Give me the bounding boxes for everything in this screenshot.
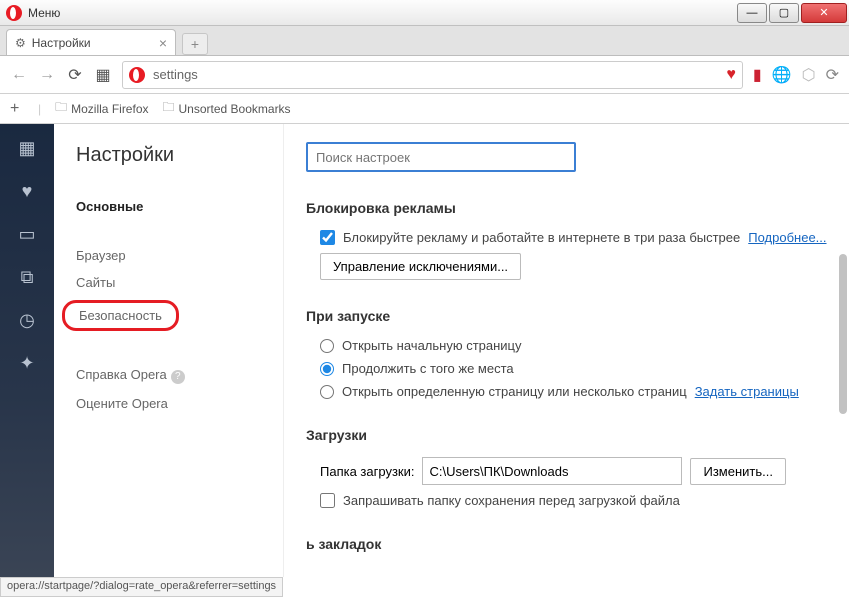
news-rail-icon[interactable]: ▭ (16, 224, 38, 245)
startup-opt2-label: Продолжить с того же места (342, 361, 514, 376)
bookmarks-heading: ь закладок (306, 536, 827, 552)
startup-radio-pages[interactable] (320, 385, 334, 399)
tab-settings[interactable]: ⚙ Настройки × (6, 29, 176, 55)
change-folder-button[interactable]: Изменить... (690, 458, 785, 485)
section-downloads: Загрузки Папка загрузки: Изменить... Зап… (306, 427, 827, 508)
forward-icon[interactable]: → (38, 66, 56, 84)
adblock-checkbox[interactable] (320, 230, 335, 245)
ask-folder-checkbox[interactable] (320, 493, 335, 508)
address-input[interactable] (153, 67, 726, 82)
page-title: Настройки (76, 144, 271, 167)
folder-label: Папка загрузки: (320, 464, 414, 479)
sidebar-item-rate[interactable]: Оцените Opera (76, 390, 271, 417)
folder-icon: 🗀 (55, 98, 67, 119)
sidebar-item-help[interactable]: Справка Opera? (76, 361, 271, 390)
extensions-rail-icon[interactable]: ✦ (16, 353, 38, 374)
tab-strip: ⚙ Настройки × + (0, 26, 849, 56)
shield-icon[interactable]: ⬡ (802, 65, 816, 85)
bookmark-folder-unsorted[interactable]: 🗀 Unsorted Bookmarks (163, 98, 291, 119)
section-bookmarks: ь закладок (306, 536, 827, 552)
sidebar-item-security[interactable]: Безопасность (62, 300, 179, 331)
set-pages-link[interactable]: Задать страницы (695, 384, 799, 399)
settings-content: Блокировка рекламы Блокируйте рекламу и … (284, 124, 849, 577)
download-icon[interactable]: ⟳ (826, 65, 839, 85)
tab-title: Настройки (32, 36, 91, 50)
window-titlebar: Меню — ▢ ✕ (0, 0, 849, 26)
address-bar[interactable]: ♥ (122, 61, 743, 89)
bookmark-folder-firefox[interactable]: 🗀 Mozilla Firefox (55, 98, 148, 119)
startup-opt3-label: Открыть определенную страницу или нескол… (342, 384, 687, 399)
adblock-heading: Блокировка рекламы (306, 200, 827, 216)
vpn-globe-icon[interactable]: 🌐 (772, 65, 792, 85)
speeddial-icon[interactable]: ▦ (94, 65, 112, 85)
downloads-heading: Загрузки (306, 427, 827, 443)
maximize-button[interactable]: ▢ (769, 3, 799, 23)
opera-icon (129, 67, 145, 83)
close-tab-icon[interactable]: × (159, 35, 167, 51)
bookmarks-bar: + | 🗀 Mozilla Firefox 🗀 Unsorted Bookmar… (0, 94, 849, 124)
help-icon: ? (171, 370, 185, 384)
reload-icon[interactable]: ⟳ (66, 65, 84, 85)
new-tab-button[interactable]: + (182, 33, 208, 55)
folder-icon: 🗀 (163, 98, 175, 119)
add-bookmark-icon[interactable]: + (10, 100, 24, 118)
settings-sidebar: Настройки Основные Браузер Сайты Безопас… (54, 124, 284, 577)
opera-logo-icon (6, 5, 22, 21)
sidebar-item-browser[interactable]: Браузер (76, 242, 271, 269)
status-bar: opera://startpage/?dialog=rate_opera&ref… (0, 577, 283, 597)
scrollbar-thumb[interactable] (839, 254, 847, 414)
history-rail-icon[interactable]: ◷ (16, 310, 38, 331)
heart-icon[interactable]: ♥ (726, 66, 736, 84)
minimize-button[interactable]: — (737, 3, 767, 23)
bookmarks-rail-icon[interactable]: ♥ (16, 181, 38, 202)
adblock-label: Блокируйте рекламу и работайте в интерне… (343, 230, 740, 245)
ask-folder-label: Запрашивать папку сохранения перед загру… (343, 493, 680, 508)
speeddial-rail-icon[interactable]: ▦ (16, 138, 38, 159)
gear-icon: ⚙ (15, 36, 26, 50)
sidebar-item-sites[interactable]: Сайты (76, 269, 271, 296)
startup-radio-continue[interactable] (320, 362, 334, 376)
back-icon[interactable]: ← (10, 66, 28, 84)
search-settings-input[interactable] (306, 142, 576, 172)
tabs-rail-icon[interactable]: ⧉ (16, 267, 38, 288)
startup-radio-home[interactable] (320, 339, 334, 353)
manage-exceptions-button[interactable]: Управление исключениями... (320, 253, 521, 280)
startup-heading: При запуске (306, 308, 827, 324)
sidebar-item-basic[interactable]: Основные (76, 193, 271, 220)
startup-opt1-label: Открыть начальную страницу (342, 338, 522, 353)
navigation-bar: ← → ⟳ ▦ ♥ ▮ 🌐 ⬡ ⟳ (0, 56, 849, 94)
left-rail: ▦ ♥ ▭ ⧉ ◷ ✦ (0, 124, 54, 577)
section-adblock: Блокировка рекламы Блокируйте рекламу и … (306, 200, 827, 280)
adblock-more-link[interactable]: Подробнее... (748, 230, 826, 245)
section-startup: При запуске Открыть начальную страницу П… (306, 308, 827, 399)
menu-button[interactable]: Меню (28, 6, 60, 20)
bookmark-icon[interactable]: ▮ (753, 65, 762, 85)
close-button[interactable]: ✕ (801, 3, 847, 23)
download-folder-input[interactable] (422, 457, 682, 485)
